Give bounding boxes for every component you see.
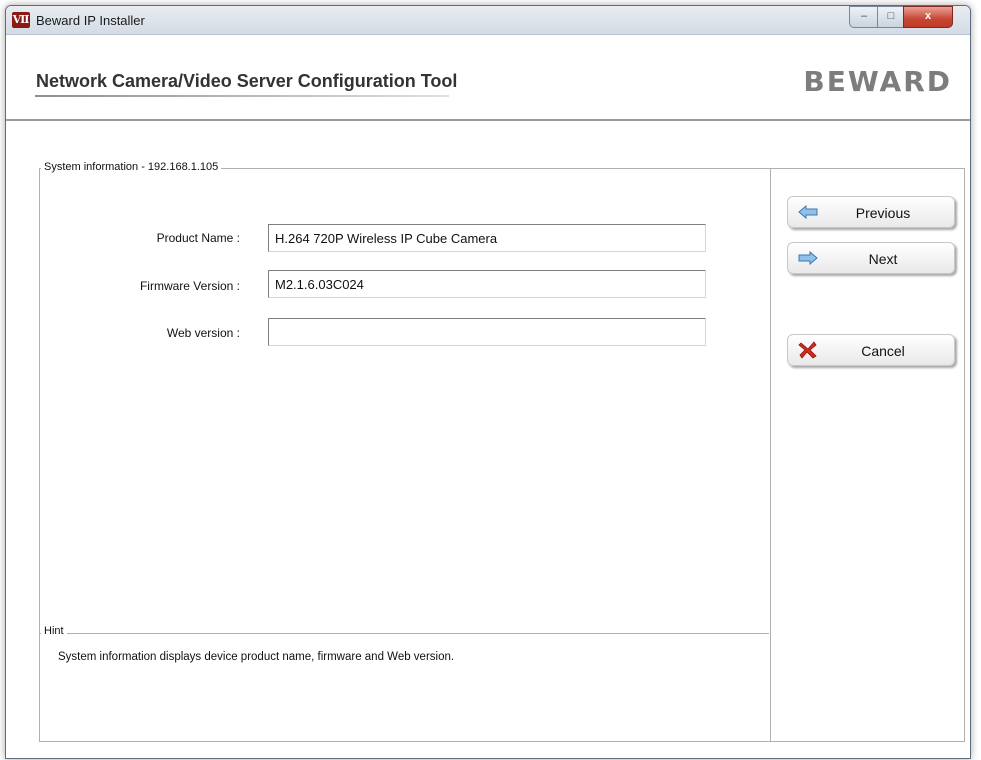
main-content: System information - 192.168.1.105 Produ… xyxy=(6,121,970,758)
app-window: Ⅶ Beward IP Installer – □ x Network Came… xyxy=(5,5,971,759)
cancel-button-label: Cancel xyxy=(861,343,905,359)
navigation-pane: Previous Next Cancel xyxy=(770,168,965,742)
cancel-x-icon xyxy=(798,341,817,359)
system-info-group: System information - 192.168.1.105 Produ… xyxy=(39,161,770,742)
hint-divider xyxy=(40,633,769,634)
previous-button[interactable]: Previous xyxy=(787,196,955,228)
product-name-field[interactable]: H.264 720P Wireless IP Cube Camera xyxy=(268,224,706,252)
arrow-right-icon xyxy=(798,250,818,266)
previous-button-label: Previous xyxy=(855,205,911,221)
title-bar[interactable]: Ⅶ Beward IP Installer – □ x xyxy=(6,6,970,35)
app-header: Network Camera/Video Server Configuratio… xyxy=(6,35,970,121)
cancel-button[interactable]: Cancel xyxy=(787,334,955,366)
product-name-label: Product Name : xyxy=(156,231,240,245)
web-version-label: Web version : xyxy=(166,326,240,340)
close-button[interactable]: x xyxy=(903,6,953,28)
firmware-version-label: Firmware Version : xyxy=(139,279,240,293)
header-title: Network Camera/Video Server Configuratio… xyxy=(36,71,458,91)
next-button[interactable]: Next xyxy=(787,242,955,274)
minimize-button[interactable]: – xyxy=(849,6,878,28)
arrow-left-icon xyxy=(798,204,818,220)
hint-legend: Hint xyxy=(41,625,67,637)
system-info-legend: System information - 192.168.1.105 xyxy=(41,161,222,173)
beward-logo: BEWARD xyxy=(803,65,952,98)
header-underline xyxy=(35,95,449,97)
beward-app-icon: Ⅶ xyxy=(12,12,30,28)
hint-text: System information displays device produ… xyxy=(58,651,455,663)
window-title: Beward IP Installer xyxy=(36,13,145,28)
maximize-button[interactable]: □ xyxy=(877,6,904,28)
next-button-label: Next xyxy=(868,251,898,267)
firmware-version-field[interactable]: M2.1.6.03C024 xyxy=(268,270,706,298)
web-version-field[interactable] xyxy=(268,318,706,346)
